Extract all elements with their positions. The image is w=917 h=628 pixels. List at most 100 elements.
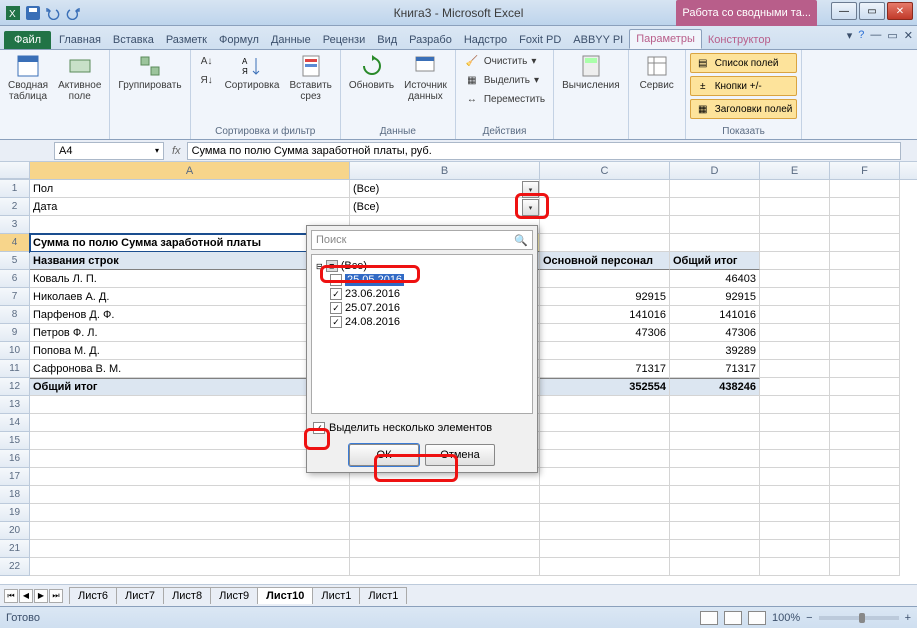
cell[interactable]: (Все) [350, 180, 540, 198]
row-header[interactable]: 9 [0, 324, 30, 342]
field-list-toggle[interactable]: ▤Список полей [690, 53, 798, 73]
cell[interactable]: 141016 [540, 306, 670, 324]
row-header[interactable]: 12 [0, 378, 30, 396]
cell[interactable] [830, 414, 900, 432]
col-header-b[interactable]: B [350, 162, 540, 179]
cell[interactable] [760, 468, 830, 486]
cell[interactable] [670, 216, 760, 234]
cell[interactable] [760, 324, 830, 342]
buttons-toggle[interactable]: ±Кнопки +/- [690, 76, 798, 96]
cell[interactable] [540, 342, 670, 360]
clear-button[interactable]: 🧹Очистить ▾ [460, 52, 549, 70]
col-header-a[interactable]: A [30, 162, 350, 179]
close-button[interactable]: ✕ [887, 2, 913, 20]
tab-view[interactable]: Вид [371, 31, 403, 49]
cell[interactable]: Пол [30, 180, 350, 198]
cell[interactable] [670, 486, 760, 504]
cell[interactable] [830, 468, 900, 486]
tab-data[interactable]: Данные [265, 31, 317, 49]
col-header-c[interactable]: C [540, 162, 670, 179]
cell[interactable] [830, 540, 900, 558]
refresh-button[interactable]: Обновить [345, 52, 398, 93]
cell[interactable] [830, 252, 900, 270]
cell[interactable] [760, 252, 830, 270]
sheet-tab[interactable]: Лист6 [69, 587, 117, 604]
cell[interactable] [540, 180, 670, 198]
filter-dropdown-pol[interactable]: ▾ [522, 181, 539, 198]
cell[interactable] [830, 180, 900, 198]
data-source-button[interactable]: Источник данных [400, 52, 451, 104]
cell[interactable] [830, 360, 900, 378]
cell[interactable] [540, 450, 670, 468]
filter-tree[interactable]: ⊟■(Все) 25.05.2016 ✓23.06.2016 ✓25.07.20… [311, 254, 533, 414]
tab-home[interactable]: Главная [53, 31, 107, 49]
row-header[interactable]: 5 [0, 252, 30, 270]
cell[interactable]: 92915 [670, 288, 760, 306]
cell[interactable]: 438246 [670, 378, 760, 396]
cell[interactable] [760, 486, 830, 504]
tab-options[interactable]: Параметры [629, 29, 702, 49]
cell[interactable] [760, 522, 830, 540]
cell[interactable]: Основной персонал [540, 252, 670, 270]
tab-formulas[interactable]: Формул [213, 31, 265, 49]
group-button[interactable]: Группировать [114, 52, 185, 93]
cell[interactable] [350, 540, 540, 558]
cell[interactable] [670, 504, 760, 522]
filter-item[interactable]: ✓25.07.2016 [316, 301, 528, 315]
cell[interactable] [760, 234, 830, 252]
cell[interactable]: Петров Ф. Л. [30, 324, 350, 342]
cell[interactable] [30, 558, 350, 576]
cell[interactable] [30, 216, 350, 234]
filter-dropdown-date[interactable]: ▾ [522, 199, 539, 216]
cell[interactable] [670, 450, 760, 468]
cell[interactable]: Сафронова В. М. [30, 360, 350, 378]
cell[interactable] [540, 270, 670, 288]
cell[interactable] [540, 396, 670, 414]
view-layout-button[interactable] [724, 611, 742, 625]
cell[interactable]: Коваль Л. П. [30, 270, 350, 288]
cell[interactable] [670, 432, 760, 450]
cell[interactable]: 46403 [670, 270, 760, 288]
cell[interactable] [30, 540, 350, 558]
tab-file[interactable]: Файл [4, 31, 51, 49]
cell[interactable] [760, 540, 830, 558]
cell[interactable] [670, 198, 760, 216]
cell[interactable] [760, 450, 830, 468]
tab-layout[interactable]: Разметк [160, 31, 213, 49]
sheet-tab[interactable]: Лист9 [210, 587, 258, 604]
tab-insert[interactable]: Вставка [107, 31, 160, 49]
cell-active[interactable]: Сумма по полю Сумма заработной платы [30, 234, 350, 252]
cell[interactable] [670, 540, 760, 558]
insert-slicer-button[interactable]: Вставить срез [285, 52, 335, 104]
view-normal-button[interactable] [700, 611, 718, 625]
filter-multi-checkbox[interactable]: ✓Выделить несколько элементов [307, 418, 537, 438]
row-header[interactable]: 10 [0, 342, 30, 360]
save-icon[interactable] [24, 4, 42, 22]
cell[interactable] [30, 450, 350, 468]
cell[interactable]: 39289 [670, 342, 760, 360]
row-header[interactable]: 20 [0, 522, 30, 540]
row-header[interactable]: 6 [0, 270, 30, 288]
cell[interactable] [670, 414, 760, 432]
fx-icon[interactable]: fx [166, 145, 187, 157]
tab-review[interactable]: Рецензи [317, 31, 372, 49]
row-header[interactable]: 11 [0, 360, 30, 378]
cell[interactable]: 71317 [670, 360, 760, 378]
cell[interactable] [760, 180, 830, 198]
cell[interactable]: 71317 [540, 360, 670, 378]
maximize-button[interactable]: ▭ [859, 2, 885, 20]
cell[interactable] [830, 450, 900, 468]
sort-desc-button[interactable]: Я↓ [195, 71, 219, 89]
col-header-d[interactable]: D [670, 162, 760, 179]
cell[interactable] [760, 360, 830, 378]
cell[interactable] [830, 378, 900, 396]
cell[interactable] [830, 324, 900, 342]
sheet-nav-next[interactable]: ▶ [34, 589, 48, 603]
cell[interactable] [830, 486, 900, 504]
row-header[interactable]: 19 [0, 504, 30, 522]
formula-input[interactable] [187, 142, 901, 160]
row-header[interactable]: 2 [0, 198, 30, 216]
cell[interactable] [670, 234, 760, 252]
cell[interactable] [830, 522, 900, 540]
cell[interactable] [540, 414, 670, 432]
